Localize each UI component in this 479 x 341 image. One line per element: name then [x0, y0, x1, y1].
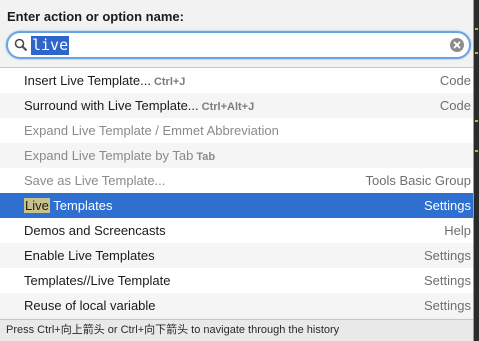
item-shortcut: Ctrl+J: [153, 76, 186, 88]
search-field[interactable]: live: [6, 31, 471, 59]
results-list: Insert Live Template... Ctrl+J Code Surro…: [0, 68, 473, 318]
item-shortcut: Tab: [196, 151, 216, 163]
popup-header: Enter action or option name: live: [0, 0, 473, 68]
item-name: Expand Live Template by Tab: [24, 148, 194, 163]
item-group: Code: [439, 98, 471, 113]
list-item[interactable]: Expand Live Template / Emmet Abbreviatio…: [0, 118, 473, 143]
item-name: Templates//Live Template: [24, 273, 171, 288]
item-group: Settings: [424, 198, 471, 213]
list-item[interactable]: Demos and Screencasts Help: [0, 218, 473, 243]
search-icon: [14, 38, 28, 52]
editor-marker: [475, 120, 478, 122]
editor-marker: [475, 150, 478, 152]
list-item[interactable]: Templates//Live Template Settings: [0, 268, 473, 293]
list-item[interactable]: Reuse of local variable Settings: [0, 293, 473, 318]
history-hint: Press Ctrl+向上箭头 or Ctrl+向下箭头 to navigate…: [0, 319, 473, 341]
item-name: Templates: [49, 198, 113, 213]
list-item[interactable]: Enable Live Templates Settings: [0, 243, 473, 268]
find-action-popup: Enter action or option name: live Insert…: [0, 0, 474, 341]
list-item[interactable]: Expand Live Template by Tab Tab: [0, 143, 473, 168]
item-group: Settings: [424, 248, 471, 263]
list-item[interactable]: Save as Live Template... Tools Basic Gro…: [0, 168, 473, 193]
item-name: Reuse of local variable: [24, 298, 156, 313]
list-item-selected[interactable]: Live Templates Settings: [0, 193, 473, 218]
item-name: Save as Live Template...: [24, 173, 166, 188]
editor-marker: [475, 52, 478, 54]
editor-marker: [475, 28, 478, 30]
clear-icon[interactable]: [449, 37, 465, 53]
editor-background: [474, 0, 479, 341]
item-group: Settings: [424, 273, 471, 288]
item-name: Expand Live Template / Emmet Abbreviatio…: [24, 123, 279, 138]
item-name: Insert Live Template...: [24, 73, 151, 88]
item-group: Code: [439, 73, 471, 88]
item-name: Surround with Live Template...: [24, 98, 199, 113]
list-item[interactable]: Insert Live Template... Ctrl+J Code: [0, 68, 473, 93]
item-group: Help: [444, 223, 471, 238]
match-highlight: Live: [24, 198, 50, 213]
prompt-label: Enter action or option name:: [7, 9, 184, 24]
item-name: Enable Live Templates: [24, 248, 155, 263]
item-name: Demos and Screencasts: [24, 223, 166, 238]
list-item[interactable]: Surround with Live Template... Ctrl+Alt+J…: [0, 93, 473, 118]
item-shortcut: Ctrl+Alt+J: [201, 101, 255, 113]
search-input[interactable]: live: [31, 36, 70, 55]
item-group: Tools Basic Group: [365, 173, 472, 188]
item-group: Settings: [424, 298, 471, 313]
